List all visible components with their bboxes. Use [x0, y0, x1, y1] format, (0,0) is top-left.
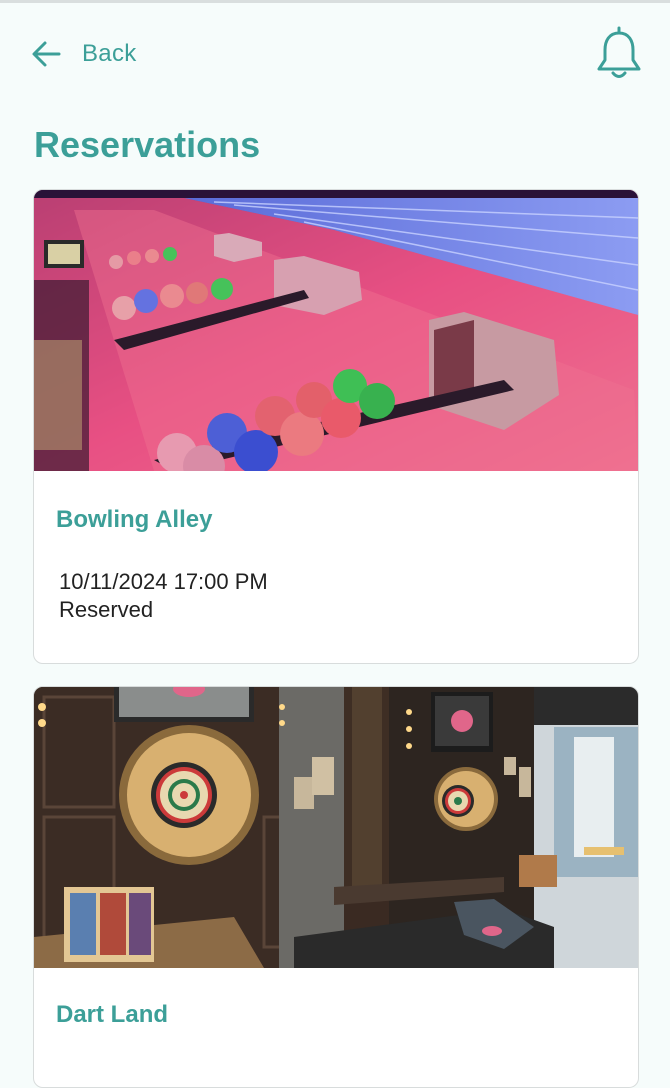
back-button[interactable]: Back: [30, 34, 137, 74]
reservation-status: Reserved: [59, 597, 154, 622]
page-title: Reservations: [34, 124, 261, 165]
header: Back: [0, 0, 670, 110]
reservation-datetime: 10/11/2024 17:00 PM: [59, 569, 268, 594]
reservation-name: Dart Land: [56, 1001, 169, 1028]
reservation-card[interactable]: Bowling Alley 10/11/2024 17:00 PM Reserv…: [33, 189, 639, 664]
arrow-left-icon: [32, 41, 61, 67]
reservation-card[interactable]: Dart Land: [33, 686, 639, 1088]
reservation-name: Bowling Alley: [56, 506, 213, 533]
back-label: Back: [82, 40, 137, 67]
bowling-lanes-photo: [34, 190, 638, 471]
bell-icon[interactable]: [594, 24, 644, 82]
dartboards-bar-photo: [34, 687, 638, 968]
